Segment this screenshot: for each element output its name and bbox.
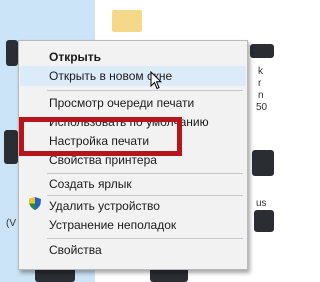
edge-label: 50 bbox=[256, 102, 268, 113]
menu-item-create-shortcut[interactable]: Создать ярлык bbox=[49, 174, 132, 194]
edge-label: n bbox=[258, 90, 264, 101]
highlight-box bbox=[19, 117, 182, 156]
menu-item-open[interactable]: Открыть bbox=[49, 47, 101, 67]
uac-shield-icon bbox=[29, 197, 41, 210]
edge-label: r bbox=[258, 78, 262, 89]
menu-item-properties[interactable]: Свойства bbox=[49, 240, 102, 260]
menu-item-remove-device[interactable]: Удалить устройство bbox=[49, 196, 160, 216]
edge-label: us bbox=[256, 198, 267, 209]
folder-icon bbox=[112, 10, 142, 32]
printer-icon bbox=[252, 150, 274, 176]
printer-icon bbox=[254, 210, 274, 232]
edge-label: k bbox=[258, 66, 263, 77]
mouse-cursor-icon bbox=[150, 71, 162, 90]
menu-separator bbox=[47, 238, 243, 239]
printer-icon bbox=[250, 44, 274, 58]
menu-item-print-queue[interactable]: Просмотр очереди печати bbox=[49, 93, 194, 113]
printer-icon bbox=[4, 130, 18, 164]
menu-item-troubleshoot[interactable]: Устранение неполадок bbox=[49, 215, 176, 235]
menu-item-open-new-window[interactable]: Открыть в новом окне bbox=[20, 66, 246, 86]
printer-icon bbox=[6, 40, 18, 66]
menu-separator bbox=[47, 90, 243, 91]
edge-label: (V bbox=[6, 218, 16, 229]
